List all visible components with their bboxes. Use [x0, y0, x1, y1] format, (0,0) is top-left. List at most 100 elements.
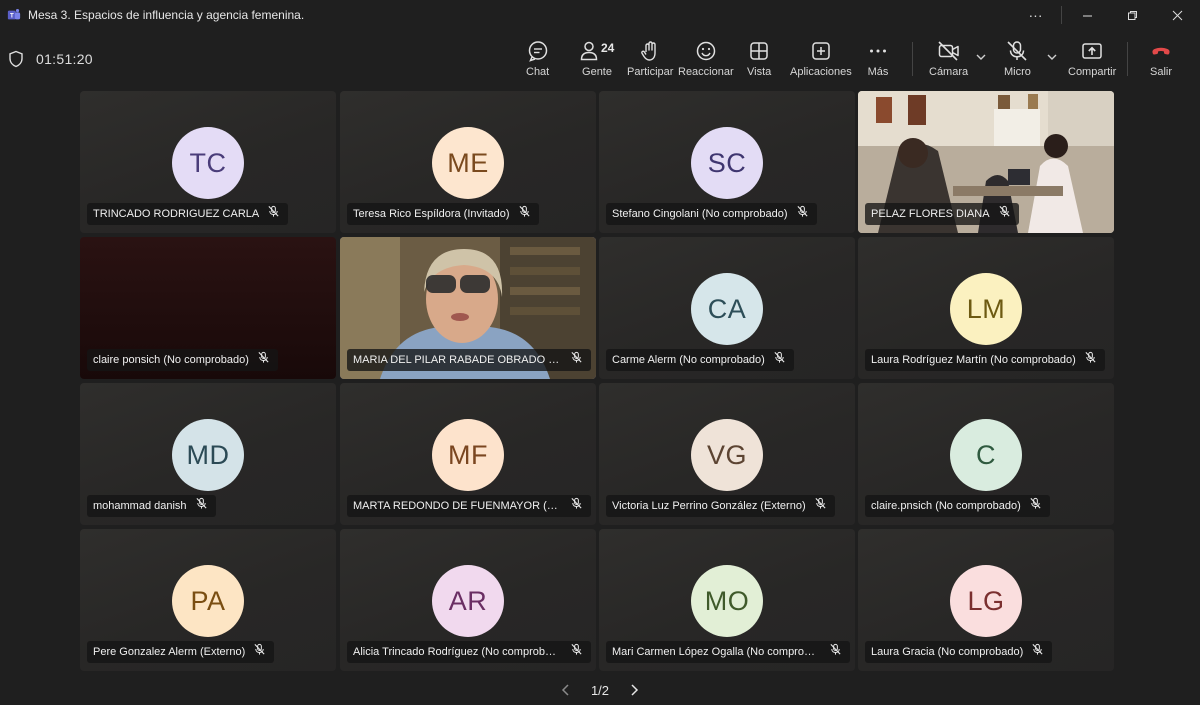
- mic-muted-icon: [998, 205, 1011, 223]
- apps-button[interactable]: Aplicaciones: [790, 40, 852, 78]
- mic-label: Micro: [1004, 66, 1031, 78]
- participant-tile[interactable]: TC TRINCADO RODRIGUEZ CARLA: [80, 91, 336, 233]
- leave-button[interactable]: Salir: [1150, 40, 1172, 78]
- mic-muted-icon: [518, 205, 531, 223]
- participant-tile[interactable]: MO Mari Carmen López Ogalla (No comprobad…: [599, 529, 855, 671]
- avatar: MD: [172, 419, 244, 491]
- avatar: C: [950, 419, 1022, 491]
- participant-name: claire ponsich (No comprobado): [93, 354, 249, 366]
- avatar: MF: [432, 419, 504, 491]
- participant-name-bar: mohammad danish: [87, 495, 216, 517]
- mic-muted-icon: [570, 643, 583, 661]
- participant-name: Mari Carmen López Ogalla (No comprobado): [612, 646, 821, 658]
- participant-name: mohammad danish: [93, 500, 187, 512]
- participant-tile[interactable]: MARIA DEL PILAR RABADE OBRADO (Externo): [340, 237, 596, 379]
- participant-name: Pere Gonzalez Alerm (Externo): [93, 646, 246, 658]
- toolbar-divider: [912, 42, 913, 76]
- participant-tile[interactable]: CA Carme Alerm (No comprobado): [599, 237, 855, 379]
- participant-tile[interactable]: MD mohammad danish: [80, 383, 336, 525]
- teams-logo-icon: T: [7, 9, 21, 20]
- more-label: Más: [867, 66, 889, 78]
- chevron-left-icon[interactable]: [560, 683, 572, 697]
- participant-tile[interactable]: Cclaire.pnsich (No comprobado): [858, 383, 1114, 525]
- participant-tile[interactable]: LM Laura Rodríguez Martín (No comprobado): [858, 237, 1114, 379]
- camera-options-chevron-icon[interactable]: [975, 52, 987, 62]
- mic-muted-icon: [773, 351, 786, 369]
- divider: [1061, 6, 1062, 24]
- svg-text:T: T: [10, 13, 14, 20]
- hang-up-icon: [1152, 47, 1170, 55]
- react-button[interactable]: Reaccionar: [678, 40, 734, 78]
- raise-hand-button[interactable]: Participar: [627, 40, 673, 78]
- shield-icon[interactable]: [8, 50, 24, 68]
- more-button[interactable]: Más: [867, 40, 889, 78]
- participant-name: claire.pnsich (No comprobado): [871, 500, 1021, 512]
- mic-muted-icon: [829, 643, 842, 661]
- people-button[interactable]: 24 Gente: [579, 40, 615, 78]
- participant-tile[interactable]: claire ponsich (No comprobado): [80, 237, 336, 379]
- avatar: AR: [432, 565, 504, 637]
- view-button[interactable]: Vista: [747, 40, 771, 78]
- page-indicator: 1/2: [590, 682, 610, 698]
- raise-hand-icon: [641, 41, 656, 61]
- participant-name: MARIA DEL PILAR RABADE OBRADO (Externo): [353, 354, 562, 366]
- camera-label: Cámara: [929, 66, 969, 78]
- share-button[interactable]: Compartir: [1068, 40, 1116, 78]
- share-label: Compartir: [1068, 66, 1117, 78]
- raise-hand-label: Participar: [627, 66, 674, 78]
- participant-name-bar: claire.pnsich (No comprobado): [865, 495, 1050, 517]
- mic-muted-icon: [1031, 643, 1044, 661]
- restore-icon[interactable]: [1110, 0, 1155, 30]
- participant-name: PELAZ FLORES DIANA: [871, 208, 990, 220]
- participant-name-bar: Stefano Cingolani (No comprobado): [606, 203, 817, 225]
- react-label: Reaccionar: [678, 66, 734, 78]
- participant-name-bar: Carme Alerm (No comprobado): [606, 349, 794, 371]
- more-options-icon[interactable]: ···: [1013, 0, 1058, 30]
- participant-tile[interactable]: SC Stefano Cingolani (No comprobado): [599, 91, 855, 233]
- camera-button[interactable]: Cámara: [929, 40, 968, 78]
- avatar: ME: [432, 127, 504, 199]
- window-title: Mesa 3. Espacios de influencia y agencia…: [28, 8, 305, 22]
- view-label: Vista: [747, 66, 772, 78]
- avatar: CA: [691, 273, 763, 345]
- participant-name: Stefano Cingolani (No comprobado): [612, 208, 788, 220]
- meeting-toolbar: 01:51:20 Chat 24 Gente Participar Reacci…: [0, 30, 1200, 88]
- title-bar: T Mesa 3. Espacios de influencia y agenc…: [0, 0, 1200, 30]
- participant-name-bar: Victoria Luz Perrino González (Externo): [606, 495, 835, 517]
- participant-name: Alicia Trincado Rodríguez (No comprobado…: [353, 646, 562, 658]
- participant-tile[interactable]: VG Victoria Luz Perrino González (Externo…: [599, 383, 855, 525]
- participant-name: MARTA REDONDO DE FUENMAYOR (Externo): [353, 500, 562, 512]
- participant-name: Laura Rodríguez Martín (No comprobado): [871, 354, 1076, 366]
- mic-muted-icon: [1029, 497, 1042, 515]
- pagination: 1/2: [560, 680, 640, 700]
- avatar: LM: [950, 273, 1022, 345]
- leave-label: Salir: [1150, 66, 1173, 78]
- mic-options-chevron-icon[interactable]: [1046, 52, 1058, 62]
- avatar: TC: [172, 127, 244, 199]
- participant-tile[interactable]: ME Teresa Rico Espíldora (Invitado): [340, 91, 596, 233]
- mic-muted-icon: [257, 351, 270, 369]
- avatar: SC: [691, 127, 763, 199]
- mic-muted-icon: [1084, 351, 1097, 369]
- mic-button[interactable]: Micro: [1004, 40, 1031, 78]
- minimize-icon[interactable]: [1065, 0, 1110, 30]
- participant-name-bar: MARTA REDONDO DE FUENMAYOR (Externo): [347, 495, 591, 517]
- participant-name-bar: Teresa Rico Espíldora (Invitado): [347, 203, 539, 225]
- participant-name-bar: Mari Carmen López Ogalla (No comprobado): [606, 641, 850, 663]
- participant-tile[interactable]: PA Pere Gonzalez Alerm (Externo): [80, 529, 336, 671]
- meeting-timer: 01:51:20: [36, 51, 93, 67]
- emoji-icon: [696, 41, 716, 61]
- chat-button[interactable]: Chat: [526, 40, 549, 78]
- participant-tile[interactable]: MF MARTA REDONDO DE FUENMAYOR (Externo): [340, 383, 596, 525]
- participant-tile[interactable]: PELAZ FLORES DIANA: [858, 91, 1114, 233]
- people-label: Gente: [582, 66, 612, 78]
- chevron-right-icon[interactable]: [628, 683, 640, 697]
- chat-icon: [528, 41, 547, 62]
- participant-tile[interactable]: LG Laura Gracia (No comprobado): [858, 529, 1114, 671]
- participant-name-bar: PELAZ FLORES DIANA: [865, 203, 1019, 225]
- grid-view-icon: [750, 42, 768, 60]
- close-icon[interactable]: [1155, 0, 1200, 30]
- participant-tile[interactable]: AR Alicia Trincado Rodríguez (No comproba…: [340, 529, 596, 671]
- participant-name-bar: claire ponsich (No comprobado): [87, 349, 278, 371]
- participant-name: Laura Gracia (No comprobado): [871, 646, 1024, 658]
